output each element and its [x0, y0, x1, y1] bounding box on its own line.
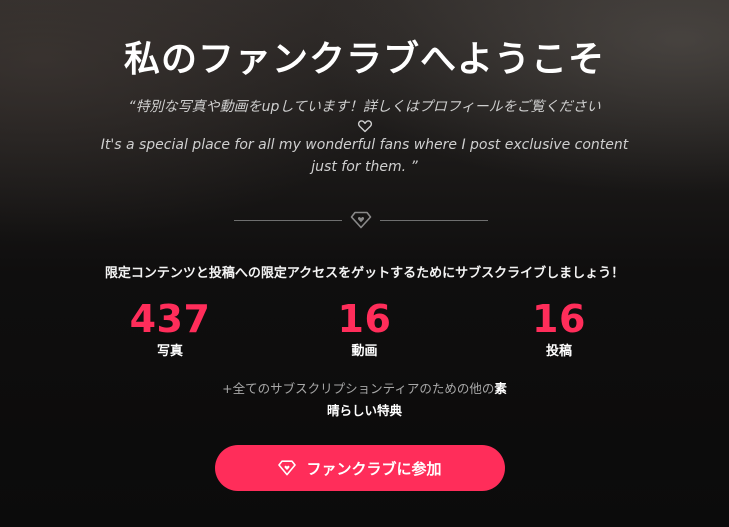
fanclub-welcome-page: 私のファンクラブへようこそ “特別な写真や動画をupしています！詳しくはプロフィ… — [0, 0, 729, 527]
quote-english: It's a special place for all my wonderfu… — [100, 137, 629, 175]
section-divider — [234, 210, 488, 230]
heart-icon — [357, 120, 372, 133]
stat-value: 16 — [532, 297, 586, 341]
stat-photos: 437 写真 — [100, 298, 240, 359]
page-title: 私のファンクラブへようこそ — [123, 39, 605, 80]
stat-label: 写真 — [156, 344, 183, 359]
subscribe-prompt: 限定コンテンツと投稿への限定アクセスをゲットするためにサブスクライブしましょう！ — [104, 266, 625, 281]
stat-posts: 16 投稿 — [489, 298, 629, 359]
divider-line-left — [234, 219, 342, 221]
join-button-label: ファンクラブに参加 — [306, 459, 442, 478]
perks-text: +全てのサブスクリプションティアのための他の — [222, 381, 495, 396]
perks-note: +全てのサブスクリプションティアのための他の素晴らしい特典 — [220, 378, 509, 422]
stat-videos: 16 動画 — [295, 298, 435, 359]
diamond-heart-icon — [350, 210, 372, 230]
diamond-heart-icon — [278, 460, 297, 476]
stat-value: 16 — [337, 297, 392, 341]
stat-label: 投稿 — [545, 344, 572, 359]
join-fanclub-button[interactable]: ファンクラブに参加 — [215, 445, 505, 491]
stat-label: 動画 — [351, 344, 378, 359]
content-stats: 437 写真 16 動画 16 投稿 — [100, 298, 629, 359]
quote-japanese: “特別な写真や動画をupしています！詳しくはプロフィールをご覧ください — [128, 99, 601, 115]
divider-line-right — [380, 219, 488, 221]
stat-value: 437 — [129, 297, 211, 341]
profile-quote: “特別な写真や動画をupしています！詳しくはプロフィールをご覧ください It's… — [100, 96, 629, 178]
